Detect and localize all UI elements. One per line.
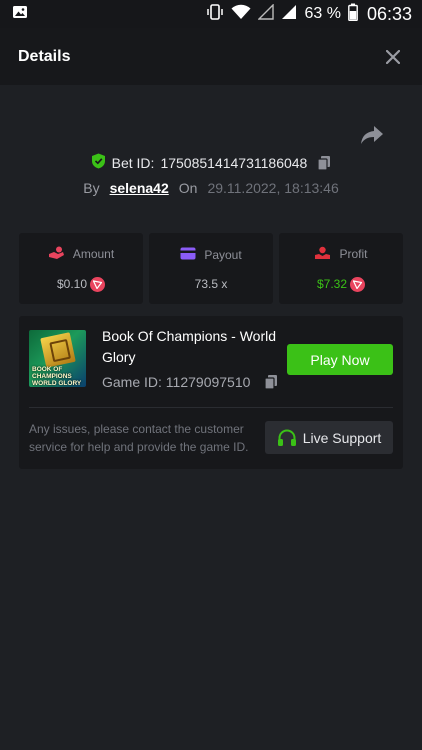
- bet-id-label: Bet ID:: [111, 154, 155, 171]
- game-id-label: Game ID:: [102, 374, 162, 390]
- game-panel: BOOK OF CHAMPIONS WORLD GLORY Book Of Ch…: [19, 316, 403, 469]
- verified-shield-icon: [91, 153, 106, 172]
- copy-bet-id-button[interactable]: [317, 155, 331, 171]
- payout-value: 73.5 x: [194, 276, 228, 291]
- payout-card-icon: [180, 247, 196, 263]
- profit-card: Profit $7.32: [279, 233, 403, 304]
- bet-stats: Amount $0.10 Payout 73.5 x Profit $7.32: [19, 233, 403, 304]
- copy-icon: [317, 155, 331, 171]
- amount-value: $0.10: [56, 277, 88, 291]
- status-bar: 63 % 06:33: [0, 0, 422, 28]
- bet-meta-row: By selena42 On 29.11.2022, 18:13:46: [0, 180, 422, 196]
- coin-icon: [90, 276, 106, 292]
- copy-icon: [264, 375, 278, 390]
- profit-label: Profit: [339, 247, 368, 261]
- clock: 06:33: [366, 3, 412, 24]
- close-icon: [386, 49, 400, 64]
- close-button[interactable]: [382, 46, 404, 68]
- signal-icon: [281, 4, 297, 25]
- signal-empty-icon: [257, 2, 275, 25]
- payout-label: Payout: [204, 247, 242, 262]
- live-support-label: Live Support: [302, 429, 382, 446]
- details-header: Details: [0, 28, 422, 85]
- on-label: On: [178, 180, 198, 196]
- play-now-button[interactable]: Play Now: [287, 344, 393, 375]
- amount-card: Amount $0.10: [19, 233, 143, 304]
- wifi-icon: [231, 4, 251, 25]
- game-title: Book Of Champions - World Glory: [102, 328, 277, 365]
- copy-game-id-button[interactable]: [264, 374, 278, 390]
- battery-percent: 63 %: [304, 5, 341, 22]
- game-id-row: Game ID: 11279097510: [102, 374, 278, 390]
- thumbnail-logo-text: BOOK OF CHAMPIONS WORLD GLORY: [32, 366, 82, 387]
- share-button[interactable]: [360, 125, 384, 145]
- profit-icon: [314, 246, 331, 263]
- payout-card: Payout 73.5 x: [149, 233, 273, 304]
- live-support-button[interactable]: Live Support: [265, 421, 393, 454]
- by-label: By: [83, 180, 100, 196]
- bet-datetime: 29.11.2022, 18:13:46: [207, 180, 339, 196]
- coin-icon: [350, 276, 366, 292]
- game-id-value: 11279097510: [165, 374, 251, 390]
- amount-icon: [48, 246, 65, 263]
- bet-id-row: Bet ID: 1750851414731186048: [0, 153, 422, 172]
- share-icon: [361, 126, 383, 144]
- battery-icon: [348, 3, 358, 26]
- bet-id-value: 1750851414731186048: [160, 154, 308, 171]
- page-title: Details: [18, 47, 71, 65]
- vibrate-icon: [206, 3, 224, 26]
- headset-icon: [277, 429, 296, 446]
- username-link[interactable]: selena42: [110, 180, 169, 196]
- image-icon: [12, 4, 28, 25]
- profit-value: $7.32: [316, 277, 348, 291]
- amount-label: Amount: [72, 247, 115, 261]
- book-artwork: [40, 332, 76, 368]
- divider: [29, 407, 393, 408]
- support-note: Any issues, please contact the customer …: [29, 422, 249, 454]
- game-thumbnail[interactable]: BOOK OF CHAMPIONS WORLD GLORY: [29, 330, 86, 387]
